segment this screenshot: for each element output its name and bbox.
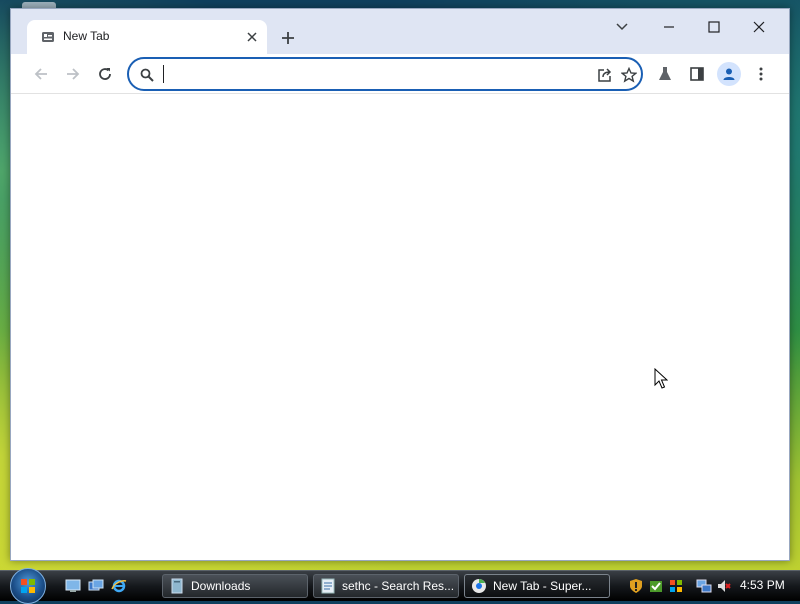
- profile-button[interactable]: [717, 62, 741, 86]
- network-icon[interactable]: [696, 578, 712, 594]
- share-button[interactable]: [595, 65, 615, 85]
- new-tab-button[interactable]: [275, 25, 301, 51]
- flask-icon: [659, 67, 671, 80]
- close-icon: [753, 21, 765, 33]
- maximize-icon: [708, 21, 720, 33]
- check-shield-icon: [650, 581, 662, 592]
- maximize-button[interactable]: [700, 15, 728, 39]
- arrow-right-icon: [67, 68, 80, 80]
- taskbar-button-label: New Tab - Super...: [493, 579, 592, 593]
- taskbar-button-sethc-search[interactable]: sethc - Search Res...: [313, 574, 459, 598]
- switch-windows-button[interactable]: [87, 577, 105, 595]
- side-panel-button[interactable]: [683, 60, 711, 88]
- volume-muted-icon[interactable]: [716, 578, 732, 594]
- labs-button[interactable]: [651, 60, 679, 88]
- clock[interactable]: 4:53 PM: [740, 578, 785, 592]
- defender-icon[interactable]: [648, 578, 664, 594]
- start-button[interactable]: [10, 568, 46, 604]
- reload-button[interactable]: [91, 60, 119, 88]
- chevron-down-icon: [616, 23, 628, 31]
- browser-icon: [472, 579, 486, 593]
- person-icon: [723, 68, 735, 80]
- page-icon: [42, 32, 54, 42]
- star-icon: [621, 67, 637, 83]
- windows-update-icon: [670, 580, 682, 592]
- show-desktop-button[interactable]: [64, 577, 82, 595]
- windows-logo-icon: [21, 579, 35, 593]
- internet-explorer-button[interactable]: [110, 577, 128, 595]
- security-shield-icon[interactable]: [628, 578, 644, 594]
- search-icon: [140, 68, 154, 82]
- bookmark-button[interactable]: [619, 65, 639, 85]
- search-results-icon: [321, 578, 335, 594]
- tab-new-tab[interactable]: New Tab: [27, 20, 267, 54]
- minimize-button[interactable]: [655, 15, 683, 39]
- share-icon: [598, 68, 612, 82]
- address-bar[interactable]: [127, 57, 643, 91]
- address-input[interactable]: [163, 64, 583, 84]
- plus-icon: [282, 32, 294, 44]
- taskbar-button-label: sethc - Search Res...: [342, 579, 455, 593]
- browser-window: New Tab: [10, 8, 790, 561]
- minimize-icon: [664, 26, 674, 28]
- taskbar: Downloads sethc - Search Res... New Tab …: [0, 568, 800, 604]
- text-caret: [163, 65, 164, 83]
- browser-toolbar: [11, 54, 789, 94]
- tab-title: New Tab: [63, 29, 110, 43]
- close-icon: [247, 32, 257, 42]
- tab-strip: New Tab: [11, 9, 789, 54]
- forward-button[interactable]: [59, 60, 87, 88]
- folder-icon: [171, 578, 183, 594]
- update-icon[interactable]: [668, 578, 684, 594]
- shield-icon: [630, 579, 642, 593]
- close-window-button[interactable]: [745, 15, 773, 39]
- mouse-cursor-icon: [654, 368, 668, 389]
- tab-close-button[interactable]: [243, 28, 261, 46]
- taskbar-button-new-tab[interactable]: New Tab - Super...: [464, 574, 610, 598]
- menu-button[interactable]: [747, 60, 775, 88]
- internet-explorer-icon: [111, 579, 127, 593]
- side-panel-icon: [690, 67, 704, 81]
- desktop-icon: [65, 579, 81, 592]
- tab-search-button[interactable]: [608, 15, 636, 39]
- more-vert-icon: [759, 67, 763, 81]
- taskbar-button-downloads[interactable]: Downloads: [162, 574, 308, 598]
- page-content[interactable]: [11, 94, 789, 560]
- back-button[interactable]: [27, 60, 55, 88]
- reload-icon: [99, 68, 111, 80]
- taskbar-button-label: Downloads: [191, 579, 251, 593]
- speaker-mute-icon: [718, 580, 731, 592]
- network-icon-glyph: [696, 579, 712, 593]
- arrow-left-icon: [34, 68, 47, 80]
- switch-windows-icon: [88, 579, 104, 591]
